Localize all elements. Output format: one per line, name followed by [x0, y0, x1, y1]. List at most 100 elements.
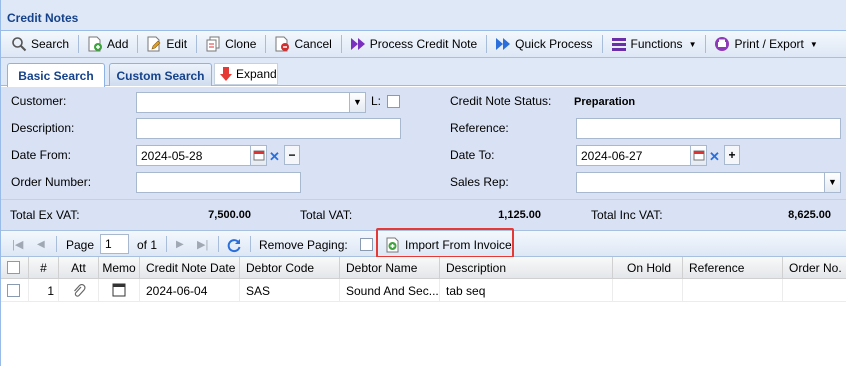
process-credit-note-button[interactable]: Process Credit Note: [346, 33, 481, 55]
cancel-document-icon: [274, 36, 290, 52]
column-header[interactable]: On Hold: [613, 257, 683, 279]
toolbar-divider: [486, 35, 488, 53]
l-checkbox[interactable]: [387, 95, 400, 108]
column-header-sorted[interactable]: Credit Note Date ▼: [140, 257, 240, 279]
column-header[interactable]: Reference: [683, 257, 783, 279]
select-all-checkbox[interactable]: [7, 261, 20, 274]
toolbar-divider: [601, 35, 603, 53]
toolbar-divider: [250, 236, 251, 252]
list-icon: [611, 36, 627, 52]
refresh-icon[interactable]: [226, 231, 242, 258]
column-header[interactable]: Debtor Code: [240, 257, 340, 279]
remove-paging-checkbox[interactable]: [360, 238, 373, 251]
credit-notes-panel: Credit Notes Search Add Edit Clone Cance…: [0, 0, 846, 366]
expand-label: Expand: [236, 67, 277, 81]
order-number-label: Order Number:: [11, 175, 92, 189]
tab-basic-search[interactable]: Basic Search: [7, 63, 105, 87]
clear-date-to-icon[interactable]: ✕: [709, 149, 720, 165]
search-icon: [11, 36, 27, 52]
totals-bar: Total Ex VAT: 7,500.00 Total VAT: 1,125.…: [1, 199, 846, 230]
column-header[interactable]: Att: [59, 257, 99, 279]
expand-button[interactable]: Expand: [214, 63, 278, 85]
panel-title: Credit Notes: [1, 0, 846, 31]
reference-input[interactable]: [576, 118, 841, 139]
chevron-down-icon[interactable]: ▼: [824, 173, 840, 192]
column-header[interactable]: Debtor Name: [340, 257, 440, 279]
toolbar-divider: [196, 35, 198, 53]
memo-icon[interactable]: [99, 279, 140, 302]
decrement-date-from-button[interactable]: −: [284, 145, 300, 165]
quick-process-button[interactable]: Quick Process: [491, 33, 596, 55]
add-label: Add: [107, 37, 129, 51]
toolbar-divider: [705, 35, 707, 53]
table-row[interactable]: 1 2024-06-04 SAS Sound And Sec... tab se…: [1, 279, 846, 302]
search-form: Customer: ▼ L: Credit Note Status: Prepa…: [1, 87, 846, 199]
page-number-input[interactable]: 1: [100, 234, 129, 254]
clone-button[interactable]: Clone: [201, 33, 260, 55]
toolbar-divider: [340, 35, 342, 53]
page-label: Page: [66, 237, 95, 252]
functions-label: Functions: [630, 37, 683, 51]
row-checkbox[interactable]: [7, 284, 20, 297]
next-page-icon[interactable]: ▶: [176, 231, 184, 258]
sales-rep-combo[interactable]: ▼: [576, 172, 841, 193]
previous-page-icon[interactable]: ◀: [37, 231, 45, 258]
fast-forward-icon: [495, 36, 511, 52]
date-to-input[interactable]: 2024-06-27: [576, 145, 707, 166]
clear-date-from-icon[interactable]: ✕: [269, 149, 280, 165]
last-page-icon[interactable]: ▶|: [197, 231, 208, 258]
calendar-icon[interactable]: [690, 146, 706, 165]
increment-date-to-button[interactable]: +: [724, 145, 740, 165]
add-document-icon: [87, 36, 103, 52]
total-inc-vat-label: Total Inc VAT:: [591, 208, 663, 222]
add-button[interactable]: Add: [83, 33, 132, 55]
print-export-label: Print / Export: [734, 37, 804, 51]
process-credit-note-label: Process Credit Note: [369, 37, 478, 51]
grid-header: # Att Memo Credit Note Date ▼ Debtor Cod…: [1, 257, 846, 279]
column-header[interactable]: Order No.: [783, 257, 846, 279]
order-no-cell: [783, 279, 846, 302]
select-all-column[interactable]: [1, 257, 29, 279]
search-label: Search: [31, 37, 70, 51]
customer-combo[interactable]: ▼: [136, 92, 366, 113]
row-select-cell[interactable]: [1, 279, 29, 302]
paperclip-icon[interactable]: [59, 279, 99, 302]
column-header[interactable]: #: [29, 257, 59, 279]
description-label: Description:: [11, 121, 75, 135]
date-from-input[interactable]: 2024-05-28: [136, 145, 267, 166]
credit-note-status-label: Credit Note Status:: [450, 94, 552, 108]
main-toolbar: Search Add Edit Clone Cancel Process Cre…: [1, 31, 846, 58]
description-cell: tab seq: [440, 279, 613, 302]
total-vat-value: 1,125.00: [498, 209, 541, 221]
calendar-icon[interactable]: [250, 146, 266, 165]
description-input[interactable]: [136, 118, 401, 139]
highlight-frame: [376, 228, 514, 258]
cancel-button[interactable]: Cancel: [270, 33, 335, 55]
toolbar-divider: [137, 35, 139, 53]
credit-note-date-cell: 2024-06-04: [140, 279, 240, 302]
customer-label: Customer:: [11, 94, 67, 108]
arrow-down-icon: [219, 66, 233, 82]
total-vat-label: Total VAT:: [300, 208, 353, 222]
chevron-down-icon[interactable]: ▼: [349, 93, 365, 112]
order-number-input[interactable]: [136, 172, 301, 193]
l-label: L:: [371, 94, 382, 108]
column-header[interactable]: Description: [440, 257, 613, 279]
toolbar-divider: [218, 236, 219, 252]
first-page-icon[interactable]: |◀: [12, 231, 23, 258]
clone-icon: [205, 36, 221, 52]
quick-process-label: Quick Process: [515, 37, 593, 51]
clone-label: Clone: [225, 37, 257, 51]
toolbar-divider: [78, 35, 80, 53]
total-ex-vat-label: Total Ex VAT:: [10, 208, 80, 222]
toolbar-divider: [56, 236, 57, 252]
print-icon: [714, 36, 730, 52]
debtor-name-cell: Sound And Sec...: [340, 279, 440, 302]
column-header[interactable]: Memo: [99, 257, 140, 279]
functions-menu-button[interactable]: Functions ▼: [607, 33, 701, 55]
print-export-menu-button[interactable]: Print / Export ▼: [710, 33, 821, 55]
edit-button[interactable]: Edit: [142, 33, 191, 55]
search-button[interactable]: Search: [7, 33, 73, 55]
debtor-code-cell: SAS: [240, 279, 340, 302]
tab-custom-search[interactable]: Custom Search: [109, 63, 212, 86]
